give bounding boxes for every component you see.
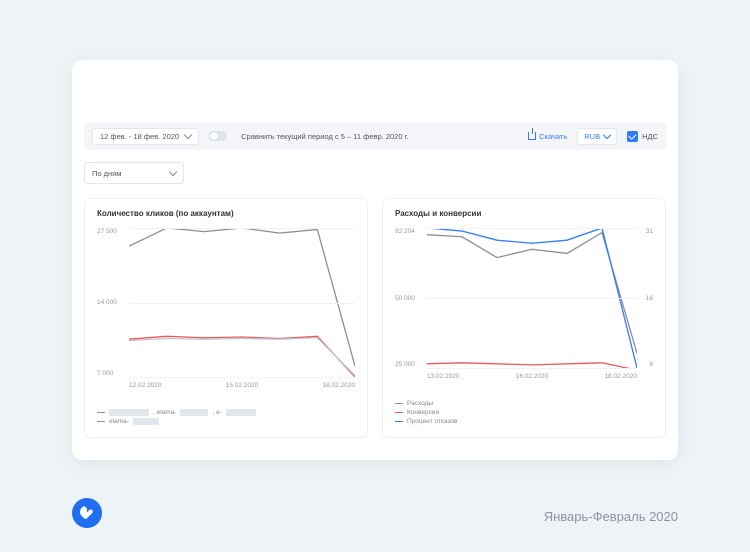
- compare-label: Сравнить текущий период с 5 – 11 февр. 2…: [241, 132, 408, 141]
- plot-area: [129, 228, 355, 377]
- group-by-select[interactable]: По дням: [84, 162, 184, 184]
- chevron-down-icon: [184, 130, 192, 138]
- compare-toggle[interactable]: [209, 131, 227, 141]
- chart-plot: 92 204 50 000 25 000 31 16 8 13.02.2020: [395, 228, 653, 398]
- chart-title: Расходы и конверсии: [395, 209, 653, 218]
- download-icon: [528, 132, 536, 140]
- chart-clicks: Количество кликов (по аккаунтам) 27 500 …: [84, 198, 368, 438]
- dashboard-card: 12 фев. - 18 фев. 2020 Сравнить текущий …: [72, 60, 678, 460]
- chevron-down-icon: [169, 167, 177, 175]
- footer-caption: Январь-Февраль 2020: [544, 509, 678, 524]
- chart-legend: , elama-, e- elama-: [97, 409, 355, 427]
- chart-title: Количество кликов (по аккаунтам): [97, 209, 355, 218]
- toolbar: 12 фев. - 18 фев. 2020 Сравнить текущий …: [84, 122, 666, 150]
- date-range-text: 12 фев. - 18 фев. 2020: [100, 132, 179, 141]
- plot-area: [427, 228, 637, 368]
- chart-plot: 27 500 14 000 7 000 12.02.2020 15.02.202…: [97, 228, 355, 407]
- nds-checkbox[interactable]: НДС: [627, 131, 658, 142]
- chart-costs: Расходы и конверсии 92 204 50 000 25 000…: [382, 198, 666, 438]
- date-range-picker[interactable]: 12 фев. - 18 фев. 2020: [92, 128, 199, 145]
- chart-legend: Расходы Конверсии Процент отказов: [395, 400, 653, 427]
- brand-logo: [72, 498, 102, 528]
- charts-row: Количество кликов (по аккаунтам) 27 500 …: [84, 198, 666, 438]
- currency-select[interactable]: RUB: [577, 128, 617, 145]
- download-button[interactable]: Скачать: [528, 132, 567, 141]
- chevron-down-icon: [603, 130, 611, 138]
- check-icon: [627, 131, 638, 142]
